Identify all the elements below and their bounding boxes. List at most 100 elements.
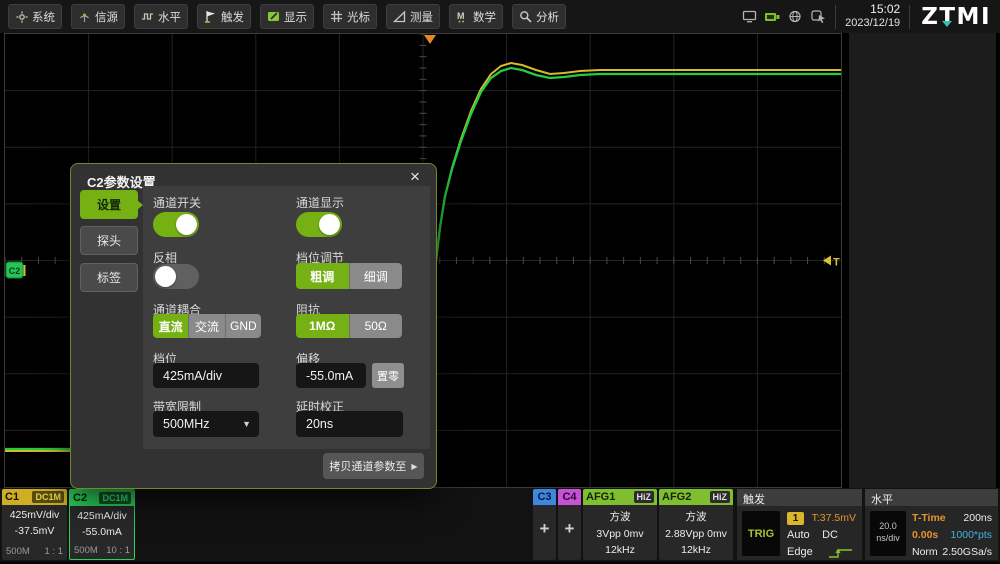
channel-switch-toggle[interactable] (153, 212, 199, 237)
menu-trigger-button[interactable]: 触发 (197, 4, 251, 29)
add-channel-label: + (558, 519, 581, 539)
menu-system-button[interactable]: 系统 (8, 4, 62, 29)
channel-display-toggle[interactable] (296, 212, 342, 237)
right-side-panel (849, 33, 996, 488)
afg-waveform: 方波 (659, 509, 733, 524)
time-scale-value: 20.0 (879, 521, 897, 531)
trigger-type: Edge (787, 546, 813, 558)
coupling-dc-option[interactable]: 直流 (153, 314, 189, 338)
channel-display-label: 通道显示 (296, 194, 344, 211)
usb-storage-icon[interactable] (764, 10, 780, 24)
offset-input[interactable]: -55.0mA (296, 363, 366, 388)
coupling-gnd-option[interactable]: GND (226, 314, 261, 338)
menu-label: 数学 (473, 9, 496, 25)
channel-offset: -55.0mA (70, 526, 134, 538)
tab-label[interactable]: 标签 (80, 263, 138, 292)
c2-settings-dialog: C2参数设置 × 设置 探头 标签 通道开关 通道显示 反相 档位调节 粗调 细… (70, 163, 437, 489)
menu-math-button[interactable]: M 数学 (449, 4, 503, 29)
main-menu: 系统 信源 水平 触发 显示 (8, 4, 566, 29)
gain-adjust-segment: 粗调 细调 (296, 263, 402, 289)
copy-channel-params-button[interactable]: 拷贝通道参数至 ▶ (323, 453, 424, 479)
deskew-input[interactable]: 20ns (296, 411, 403, 437)
menu-horizontal-button[interactable]: 水平 (134, 4, 188, 29)
math-icon: M (456, 10, 469, 23)
toggle-knob (155, 266, 176, 287)
channel-c2-box[interactable]: C2 DC1M 425mA/div -55.0mA 500M 10 : 1 (69, 489, 135, 560)
invert-toggle[interactable] (153, 264, 199, 289)
menu-cursor-button[interactable]: 光标 (323, 4, 377, 29)
gear-icon (15, 10, 28, 23)
trigger-level-label: T (833, 257, 840, 269)
status-icons (741, 10, 826, 24)
rising-edge-icon (828, 546, 854, 564)
divider (909, 5, 910, 29)
trigger-coupling: DC (822, 529, 838, 541)
signal-source-icon (78, 10, 91, 23)
channel-c4-box[interactable]: C4 + (558, 489, 581, 560)
network-icon[interactable] (787, 10, 803, 24)
acquisition-mode: Norm (912, 546, 938, 558)
menu-analyze-button[interactable]: 分析 (512, 4, 566, 29)
status-cluster: 15:02 2023/12/19 ZTMI (741, 0, 995, 33)
menu-label: 系统 (32, 9, 55, 25)
fine-option[interactable]: 细调 (350, 263, 403, 289)
menu-label: 分析 (536, 9, 559, 25)
chevron-down-icon: ▼ (242, 419, 251, 429)
tab-settings[interactable]: 设置 (80, 190, 138, 219)
t-time-value: 200ns (963, 512, 992, 524)
bottom-status-bar: C1 DC1M 425mV/div -37.5mV 500M 1 : 1 C2 … (0, 488, 1000, 562)
impedance-1m-option[interactable]: 1MΩ (296, 314, 350, 338)
divider (835, 5, 836, 29)
impedance-segment: 1MΩ 50Ω (296, 314, 402, 338)
monitor-icon[interactable] (741, 10, 757, 24)
coupling-badge: DC1M (32, 491, 64, 503)
probe-ratio: 1 : 1 (45, 546, 64, 557)
afg-name: AFG2 (662, 491, 691, 503)
coupling-segment: 直流 交流 GND (153, 314, 261, 338)
zero-button[interactable]: 置零 (372, 363, 404, 388)
clock: 15:02 2023/12/19 (845, 2, 900, 31)
trigger-panel[interactable]: 触发 TRIG 1 T:37.5mV Auto DC Edge (737, 489, 862, 560)
toggle-knob (319, 214, 340, 235)
trigger-level-value: T:37.5mV (812, 512, 856, 524)
channel-name: C2 (73, 492, 87, 504)
channel-name: C1 (5, 491, 19, 503)
impedance-badge: HiZ (634, 491, 655, 503)
sample-rate: 2.50GSa/s (942, 546, 992, 558)
search-icon (519, 10, 532, 23)
toggle-knob (176, 214, 197, 235)
horizontal-panel[interactable]: 水平 20.0 ns/div T-Time 200ns 0.00s 1000*p… (865, 489, 998, 560)
scale-input[interactable]: 425mA/div (153, 363, 259, 388)
menu-measure-button[interactable]: 测量 (386, 4, 440, 29)
coarse-option[interactable]: 粗调 (296, 263, 350, 289)
trig-status-box: TRIG (742, 511, 780, 556)
trigger-position-marker[interactable] (424, 35, 436, 44)
tab-probe[interactable]: 探头 (80, 226, 138, 255)
trigger-panel-title: 触发 (737, 489, 862, 506)
record-points: 1000*pts (951, 529, 992, 541)
svg-text:M: M (457, 11, 465, 21)
bandwidth-value: 500MHz (163, 417, 210, 431)
afg-frequency: 12kHz (583, 544, 657, 556)
menu-source-button[interactable]: 信源 (71, 4, 125, 29)
channel-name: C3 (537, 491, 551, 503)
bandwidth-select[interactable]: 500MHz ▼ (153, 411, 259, 437)
touch-icon[interactable] (810, 10, 826, 24)
afg-frequency: 12kHz (659, 544, 733, 556)
coupling-ac-option[interactable]: 交流 (189, 314, 225, 338)
channel-c1-box[interactable]: C1 DC1M 425mV/div -37.5mV 500M 1 : 1 (2, 489, 67, 560)
channel-c3-box[interactable]: C3 + (533, 489, 556, 560)
afg1-box[interactable]: AFG1 HiZ 方波 3Vpp 0mv 12kHz (583, 489, 657, 560)
menu-label: 测量 (410, 9, 433, 25)
menu-label: 水平 (158, 9, 181, 25)
afg2-box[interactable]: AFG2 HiZ 方波 2.88Vpp 0mv 12kHz (659, 489, 733, 560)
menu-label: 显示 (284, 9, 307, 25)
menu-display-button[interactable]: 显示 (260, 4, 314, 29)
date-text: 2023/12/19 (845, 17, 900, 31)
impedance-50-option[interactable]: 50Ω (350, 314, 403, 338)
trigger-mode: Auto (787, 529, 810, 541)
copy-label: 拷贝通道参数至 (329, 458, 406, 474)
channel-offset: -37.5mV (2, 525, 67, 537)
channel-scale: 425mA/div (70, 510, 134, 522)
channel-switch-label: 通道开关 (153, 194, 201, 211)
